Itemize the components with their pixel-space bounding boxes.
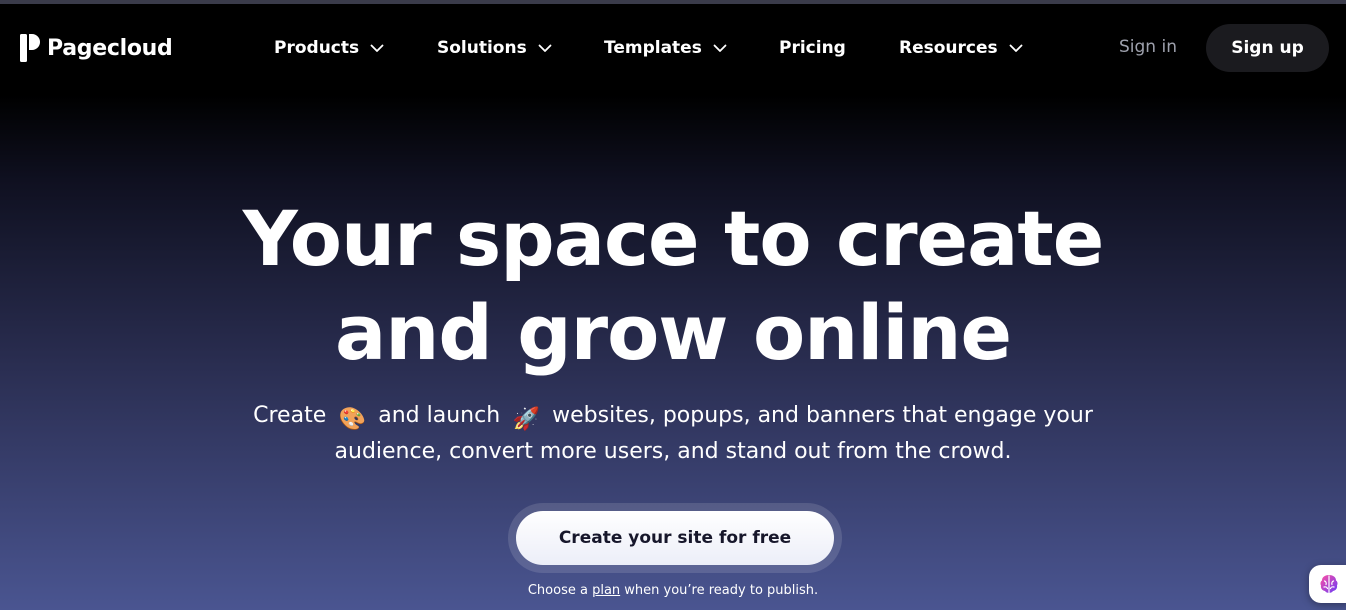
chevron-down-icon xyxy=(538,44,552,52)
nav-products-label: Products xyxy=(274,38,360,58)
nav-resources[interactable]: Resources xyxy=(899,36,1023,60)
nav-resources-label: Resources xyxy=(899,38,998,58)
create-site-button[interactable]: Create your site for free xyxy=(516,511,834,565)
pagecloud-logo-icon xyxy=(20,34,40,62)
nav-pricing[interactable]: Pricing xyxy=(779,36,846,60)
pagecloud-logo[interactable]: Pagecloud xyxy=(19,33,173,63)
artist-palette-emoji: 🎨 xyxy=(338,407,366,432)
hero-subtitle-line-1: Create 🎨 and launch 🚀 websites, popups, … xyxy=(0,398,1346,434)
nav-products[interactable]: Products xyxy=(274,36,384,60)
subtitle-text-launch: and launch xyxy=(378,403,501,428)
hero-title-line-1: Your space to create xyxy=(242,194,1105,283)
subtitle-text-create: Create xyxy=(253,403,327,428)
publish-note-suffix: when you’re ready to publish. xyxy=(624,583,819,598)
sign-in-link[interactable]: Sign in xyxy=(1119,37,1177,57)
chevron-down-icon xyxy=(370,44,384,52)
plan-link[interactable]: plan xyxy=(592,583,620,598)
nav-solutions-label: Solutions xyxy=(437,38,527,58)
sign-up-button[interactable]: Sign up xyxy=(1206,24,1329,72)
nav-solutions[interactable]: Solutions xyxy=(437,36,552,60)
subtitle-text-websites: websites, popups, and banners that engag… xyxy=(552,403,1093,428)
nav-templates-label: Templates xyxy=(604,38,702,58)
publish-note-prefix: Choose a xyxy=(527,583,588,598)
hero-subtitle-line-2: audience, convert more users, and stand … xyxy=(334,439,1012,464)
publish-note: Choose a plan when you’re ready to publi… xyxy=(0,583,1346,598)
hero-title-line-2: and grow online xyxy=(334,288,1012,377)
nav-templates[interactable]: Templates xyxy=(604,36,727,60)
top-border xyxy=(0,0,1346,4)
brand-name: Pagecloud xyxy=(47,35,173,61)
hero-title: Your space to create and grow online xyxy=(0,192,1346,380)
brain-icon xyxy=(1320,575,1338,593)
hero-subtitle: Create 🎨 and launch 🚀 websites, popups, … xyxy=(0,398,1346,470)
assistant-widget-button[interactable] xyxy=(1309,565,1346,603)
nav-pricing-label: Pricing xyxy=(779,38,846,58)
chevron-down-icon xyxy=(1009,44,1023,52)
chevron-down-icon xyxy=(713,44,727,52)
rocket-emoji: 🚀 xyxy=(512,407,540,432)
